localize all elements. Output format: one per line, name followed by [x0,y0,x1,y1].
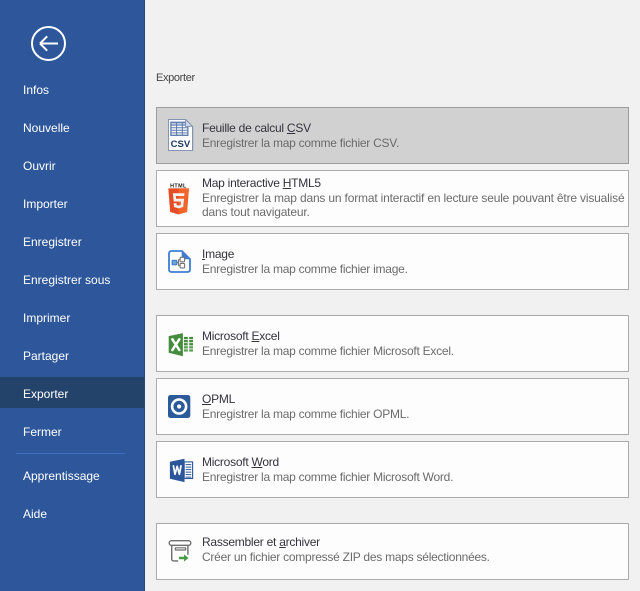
svg-text:CSV: CSV [171,138,191,149]
